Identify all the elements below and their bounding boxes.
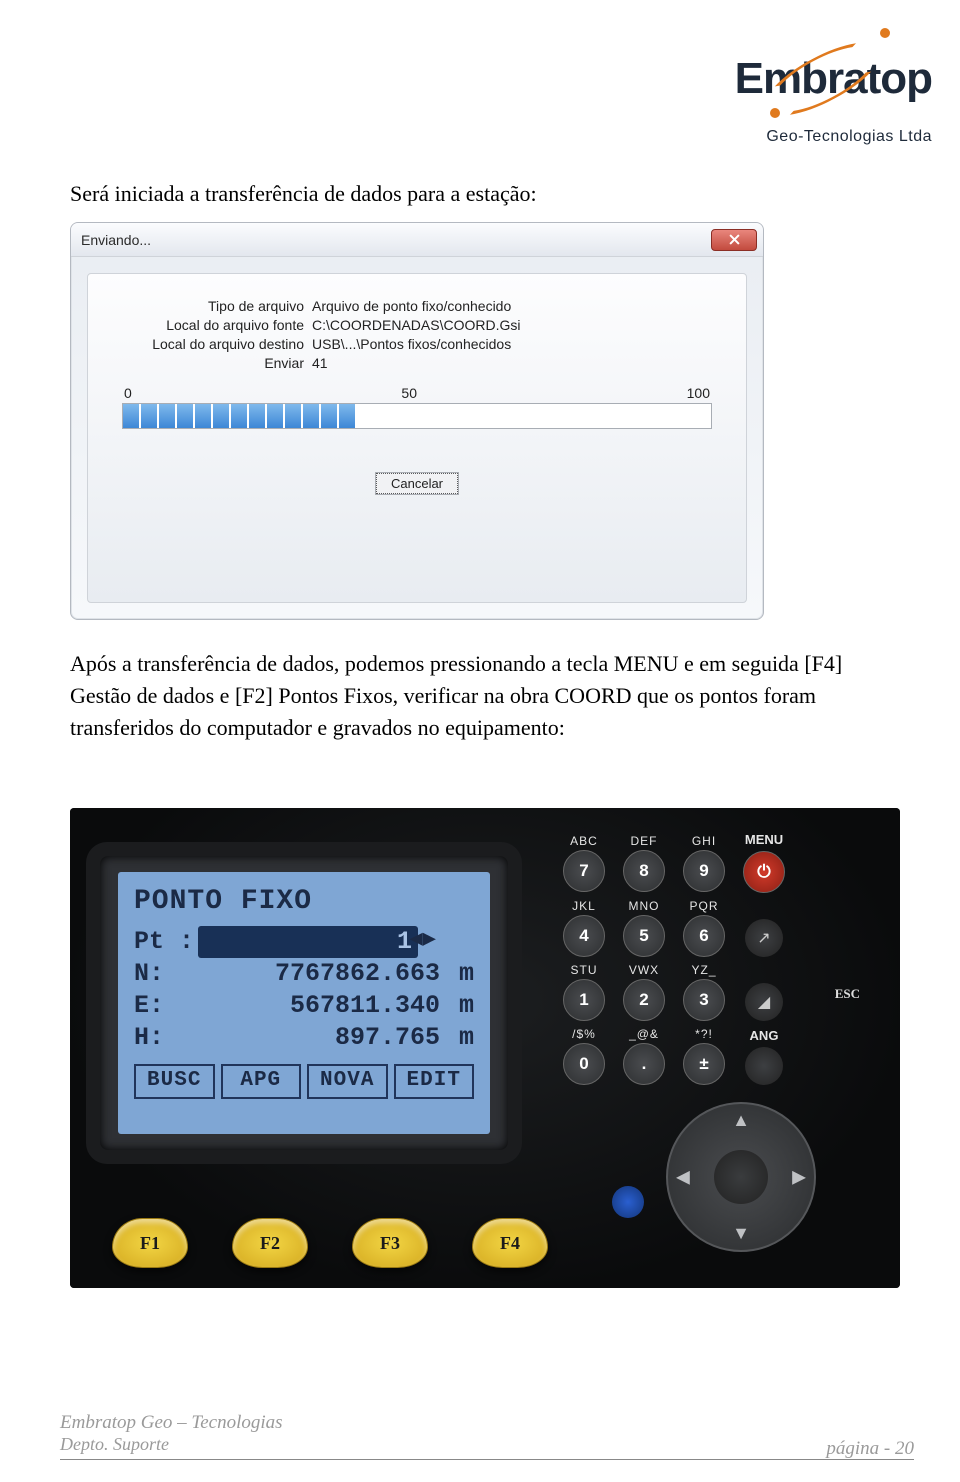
info-label: Local do arquivo destino (144, 336, 312, 352)
dialog-body: Tipo de arquivoArquivo de ponto fixo/con… (87, 273, 747, 603)
info-label: Tipo de arquivo (144, 298, 312, 314)
key-pm: ± (683, 1043, 725, 1085)
function-keys: F1 F2 F3 F4 (112, 1218, 548, 1268)
key-4: 4 (563, 915, 605, 957)
ent-label: ENT (70, 986, 646, 1110)
transfer-info: Tipo de arquivoArquivo de ponto fixo/con… (144, 298, 712, 371)
cancel-button[interactable]: Cancelar (376, 473, 458, 494)
key-8: 8 (623, 850, 665, 892)
progress-scale: 0 50 100 (122, 385, 712, 401)
logo-graphic: Embratop (642, 20, 932, 130)
intro-paragraph-1: Será iniciada a transferência de dados p… (70, 178, 537, 210)
scroll-arrows-icon: ◀▶ (410, 926, 437, 954)
info-label: Enviar (144, 355, 312, 371)
info-value: Arquivo de ponto fixo/conhecido (312, 298, 511, 314)
page-footer: Embratop Geo – Tecnologias Depto. Suport… (60, 1412, 914, 1460)
lcd-title: PONTO FIXO (134, 884, 474, 920)
arrow-left-icon: ◀ (676, 1167, 690, 1188)
arrow-down-icon: ▼ (732, 1223, 750, 1244)
info-value: 41 (312, 355, 328, 371)
power-button: ⏻ (743, 851, 785, 893)
dpad: ▲ ▼ ◀ ▶ (666, 1102, 816, 1252)
scale-max: 100 (687, 385, 710, 401)
info-value: USB\...\Pontos fixos/conhecidos (312, 336, 511, 352)
lcd-pt-value: 1 (198, 926, 418, 958)
f4-key: F4 (472, 1218, 548, 1268)
key-label: JKL (554, 899, 614, 913)
f3-key: F3 (352, 1218, 428, 1268)
f2-key: F2 (232, 1218, 308, 1268)
f1-key: F1 (112, 1218, 188, 1268)
close-button[interactable] (711, 229, 757, 251)
scale-min: 0 (124, 385, 132, 401)
page-number: página - 20 (60, 1438, 914, 1460)
key-3: 3 (683, 979, 725, 1021)
footer-company: Embratop Geo – Tecnologias (60, 1412, 914, 1434)
intro-paragraph-2: Após a transferência de dados, podemos p… (70, 648, 890, 744)
key-label: YZ_ (674, 963, 734, 977)
ang-icon (745, 1047, 783, 1085)
key-label: *?! (674, 1027, 734, 1041)
page-up-icon: ↗ (745, 919, 783, 957)
key-label: DEF (614, 834, 674, 848)
key-5: 5 (623, 915, 665, 957)
brand-logo: Embratop Geo-Tecnologias Ltda (642, 20, 932, 146)
key-label: MNO (614, 899, 674, 913)
key-9: 9 (683, 850, 725, 892)
key-7: 7 (563, 850, 605, 892)
key-label: ABC (554, 834, 614, 848)
key-label: STU (554, 963, 614, 977)
key-6: 6 (683, 915, 725, 957)
transfer-dialog: Enviando... Tipo de arquivoArquivo de po… (70, 222, 764, 620)
arrow-up-icon: ▲ (732, 1110, 750, 1131)
page-down-icon: ◢ (745, 983, 783, 1021)
ang-label: ANG (734, 1028, 794, 1043)
info-value: C:\COORDENADAS\COORD.Gsi (312, 317, 520, 333)
key-label: PQR (674, 899, 734, 913)
progress-bar (122, 403, 712, 429)
key-label: GHI (674, 834, 734, 848)
logo-subtitle: Geo-Tecnologias Ltda (642, 128, 932, 146)
fnc-label: FNC (833, 808, 860, 1092)
ent-button (612, 1186, 644, 1218)
menu-label: MENU (734, 832, 794, 847)
scale-mid: 50 (401, 385, 417, 401)
device-photo: PONTO FIXO Pt : 1 ◀▶ N:7767862.663m E:56… (70, 808, 900, 1288)
info-label: Local do arquivo fonte (144, 317, 312, 333)
key-label: VWX (614, 963, 674, 977)
dialog-titlebar: Enviando... (71, 223, 763, 257)
lcd-pt-label: Pt : (134, 926, 198, 958)
arrow-right-icon: ▶ (792, 1167, 806, 1188)
close-icon (729, 234, 740, 245)
dialog-title: Enviando... (81, 232, 711, 248)
